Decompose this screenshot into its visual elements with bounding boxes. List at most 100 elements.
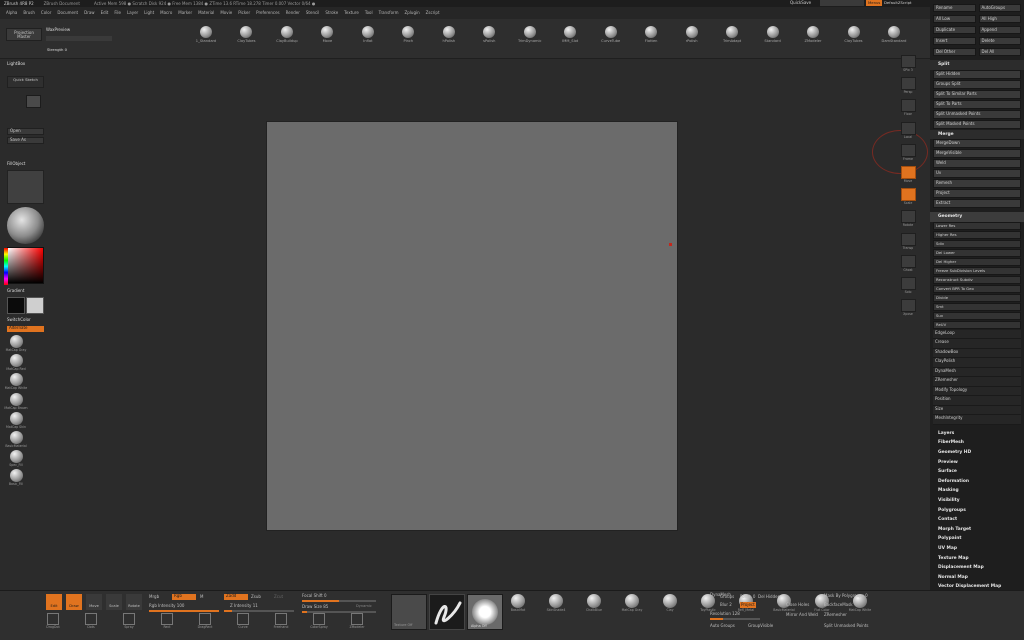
menu-render[interactable]: Render — [286, 11, 300, 15]
menu-texture[interactable]: Texture — [344, 11, 359, 15]
layers-subpalette[interactable]: Layers — [930, 429, 1024, 439]
brush-slot[interactable]: Flatten — [635, 26, 667, 54]
shelf-button[interactable]: Transp — [895, 232, 921, 250]
zsub-button[interactable]: Zsub — [251, 595, 261, 599]
color-picker[interactable] — [4, 247, 44, 285]
mergedown-button[interactable]: MergeDown — [933, 139, 1021, 149]
menu-preferences[interactable]: Preferences — [256, 11, 280, 15]
size-button[interactable]: Size — [933, 405, 1021, 416]
brush-slot[interactable]: Standard — [757, 26, 789, 54]
m-button[interactable]: M — [200, 595, 203, 599]
brush-slot[interactable]: Pinch — [392, 26, 424, 54]
stroke-slot[interactable]: Dots — [80, 613, 102, 629]
shelf-button[interactable]: Solo — [895, 277, 921, 294]
zremesher-button[interactable]: ZRemesher — [824, 613, 847, 617]
blur-label[interactable]: Blur 2 — [720, 603, 732, 607]
all-low-button[interactable]: All Low — [933, 15, 976, 23]
stroke-slot[interactable]: DragDot — [42, 613, 64, 629]
brush-slot[interactable]: IMM_Slot — [554, 26, 586, 54]
delete-button[interactable]: Delete — [978, 37, 1021, 45]
divide-button[interactable]: Divide — [933, 293, 1021, 302]
split-hidden-button[interactable]: Split Hidden — [933, 69, 1021, 79]
material-slot[interactable]: MatCap Brown — [4, 392, 28, 410]
polypaint-subpalette[interactable]: Polypaint — [930, 534, 1024, 544]
save-as-button[interactable]: Save As — [7, 137, 44, 144]
rotate-mode-button[interactable]: Rotate — [126, 594, 142, 610]
project-button[interactable]: Project — [740, 602, 756, 608]
rgb-intensity-slider[interactable] — [149, 610, 219, 612]
duplicate-button[interactable]: Duplicate — [933, 26, 976, 34]
geometry-section-title[interactable]: Geometry — [930, 212, 1024, 222]
brush-slot[interactable]: TrimAdapt — [716, 26, 748, 54]
resolution-slider[interactable] — [710, 618, 760, 620]
projection-master-button[interactable]: Projection Master — [6, 28, 42, 41]
split-unmasked-button[interactable]: Split Unmasked Points — [824, 624, 869, 628]
menu-movie[interactable]: Movie — [220, 11, 232, 15]
shelf-button[interactable]: SPix 3 — [895, 55, 921, 72]
del-hidden-button[interactable]: Del Hidden — [758, 595, 780, 599]
displacement-map-subpalette[interactable]: Displacement Map — [930, 563, 1024, 573]
menus-button[interactable]: Menus — [866, 0, 883, 6]
contact-subpalette[interactable]: Contact — [930, 515, 1024, 525]
fibermesh-subpalette[interactable]: FiberMesh — [930, 438, 1024, 448]
brush-slot[interactable]: ClayBuildup — [271, 26, 303, 54]
material-slot[interactable]: MatCap White — [5, 373, 27, 390]
sdiv-button[interactable]: Sdiv — [933, 239, 1021, 248]
convert-bpr-to-geo-button[interactable]: Convert BPR To Geo — [933, 284, 1021, 293]
menu-material[interactable]: Material — [198, 11, 214, 15]
del-lower-button[interactable]: Del Lower — [933, 248, 1021, 257]
freeze-subdivision-levels-button[interactable]: Freeze SubDivision Levels — [933, 266, 1021, 275]
auto-groups-button[interactable]: Auto Groups — [710, 624, 735, 628]
lightbox-button[interactable]: LightBox — [7, 61, 25, 66]
alternate-button[interactable]: Alternate — [7, 326, 44, 332]
menu-color[interactable]: Color — [41, 11, 51, 15]
material-slot[interactable]: MatCap Gray — [618, 594, 646, 612]
stroke-slot[interactable]: ColorSpray — [308, 613, 330, 629]
split-section-title[interactable]: Split — [930, 60, 1024, 70]
secondary-color-swatch[interactable] — [26, 297, 44, 314]
strength-slider[interactable]: Strength 0 — [46, 36, 112, 51]
menu-file[interactable]: File — [114, 11, 121, 15]
brush-slot[interactable]: rPolish — [676, 26, 708, 54]
del-other-button[interactable]: Del Other — [933, 48, 976, 56]
uv-map-subpalette[interactable]: UV Map — [930, 544, 1024, 554]
del-higher-button[interactable]: Del Higher — [933, 257, 1021, 266]
switch-color-button[interactable]: SwitchColor — [7, 318, 31, 322]
stroke-slot[interactable]: ZModeler — [346, 613, 368, 629]
meshintegrity-button[interactable]: MeshIntegrity — [933, 415, 1021, 425]
texture-thumbnail[interactable]: Texture Off — [391, 594, 427, 630]
shelf-button[interactable]: Persp — [895, 77, 921, 94]
open-button[interactable]: Open — [7, 128, 44, 135]
stroke-slot[interactable]: Rect — [156, 613, 178, 629]
shelf-button[interactable]: Frame — [895, 143, 921, 161]
seethrough-slider[interactable]: See-through 0 — [820, 0, 864, 15]
masking-subpalette[interactable]: Masking — [930, 486, 1024, 496]
mirror-weld-button[interactable]: Mirror And Weld — [786, 613, 818, 617]
reuv-button[interactable]: ReUV — [933, 320, 1021, 329]
brush-slot[interactable]: Inflat — [352, 26, 384, 54]
project-button[interactable]: Project — [933, 189, 1021, 199]
close-holes-button[interactable]: Close Holes — [786, 603, 809, 607]
brush-slot[interactable]: 1_Standard — [190, 26, 222, 54]
zremesher-button[interactable]: ZRemesher — [933, 377, 1021, 387]
menu-tool[interactable]: Tool — [365, 11, 373, 15]
default-zscript[interactable]: DefaultZScript — [884, 1, 912, 5]
material-slot[interactable]: MatCap Skin — [6, 411, 26, 429]
texture-slot[interactable] — [7, 170, 44, 204]
position-button[interactable]: Position — [933, 396, 1021, 406]
material-slot[interactable]: ChalkBlue — [580, 594, 608, 612]
material-slot[interactable]: Spec_Fill — [6, 450, 26, 467]
smt-button[interactable]: Smt — [933, 302, 1021, 311]
extract-button[interactable]: Extract — [933, 199, 1021, 209]
main-color-swatch[interactable] — [7, 297, 25, 314]
preview-subpalette[interactable]: Preview — [930, 458, 1024, 468]
modify-topology-button[interactable]: Modify Topology — [933, 386, 1021, 397]
shelf-button[interactable]: Xpose — [895, 299, 921, 316]
menu-brush[interactable]: Brush — [23, 11, 35, 15]
morph-target-subpalette[interactable]: Morph Target — [930, 525, 1024, 535]
stroke-slot[interactable]: DragRect — [194, 613, 216, 629]
brush-slot[interactable]: Move — [311, 26, 343, 54]
mergevisible-button[interactable]: MergeVisible — [933, 149, 1021, 159]
shelf-button[interactable]: Rotate — [895, 210, 921, 227]
split-unmasked-points-button[interactable]: Split Unmasked Points — [933, 109, 1021, 119]
